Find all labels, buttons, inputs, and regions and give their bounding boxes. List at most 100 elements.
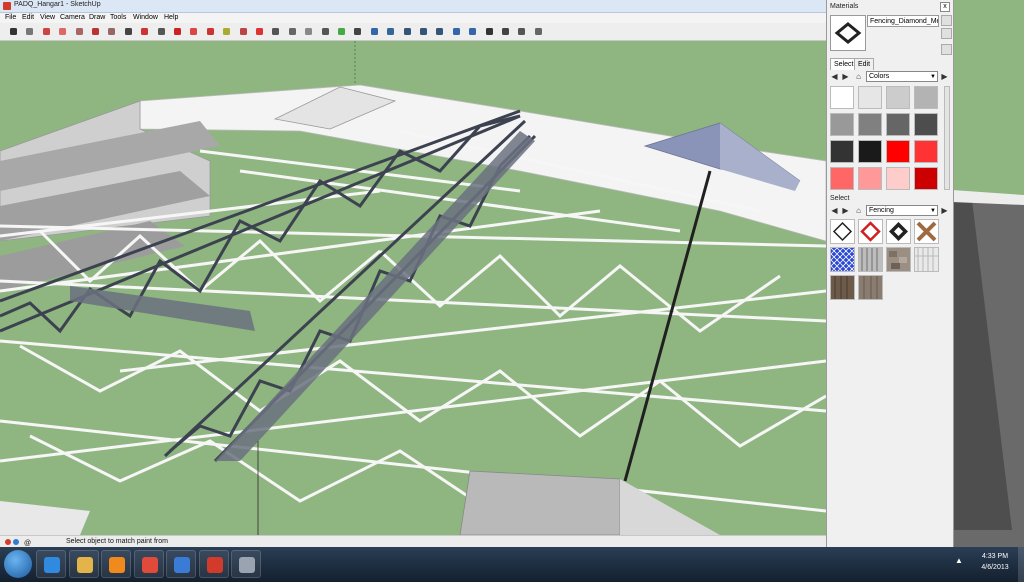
fencing-wood-board[interactable]: [858, 275, 883, 300]
create-material-icon[interactable]: [941, 28, 952, 39]
menu-view[interactable]: View: [40, 14, 55, 21]
color-swatch[interactable]: [830, 167, 854, 190]
color-swatch[interactable]: [886, 140, 910, 163]
color-swatch[interactable]: [858, 113, 882, 136]
window-title: PADQ_Hangar1 - SketchUp: [14, 1, 101, 8]
fencing-diamond-white[interactable]: [830, 219, 855, 244]
menu-camera[interactable]: Camera: [60, 14, 85, 21]
fencing-stone-fence[interactable]: [886, 247, 911, 272]
network-icon[interactable]: [166, 550, 196, 578]
sketchup-window: PADQ_Hangar1 - SketchUp File Edit View C…: [0, 0, 1024, 582]
menu-file[interactable]: File: [5, 14, 16, 21]
fencing-wood-dark[interactable]: [830, 275, 855, 300]
sample-paint-icon[interactable]: [941, 44, 952, 55]
fencing-diamond-black[interactable]: [886, 219, 911, 244]
next-tool-icon[interactable]: [467, 26, 478, 37]
folder-icon[interactable]: [68, 550, 99, 578]
color-swatch[interactable]: [830, 86, 854, 109]
forward-icon[interactable]: ▶: [841, 206, 850, 215]
color-swatch[interactable]: [914, 113, 938, 136]
color-swatch[interactable]: [914, 140, 938, 163]
colors-dropdown[interactable]: Colors ▼: [866, 71, 938, 82]
back-icon[interactable]: ◀: [830, 72, 839, 81]
back-icon[interactable]: ◀: [830, 206, 839, 215]
materials-panel: Materials x Fencing_Diamond_Mesh Select …: [826, 0, 954, 550]
home-icon[interactable]: ⌂: [854, 72, 863, 81]
menu-draw[interactable]: Draw: [89, 14, 105, 21]
scale-tool-icon[interactable]: [238, 26, 249, 37]
menu-edit[interactable]: Edit: [22, 14, 34, 21]
color-swatch[interactable]: [914, 86, 938, 109]
chrome-icon[interactable]: [133, 550, 164, 578]
start-button[interactable]: [4, 550, 32, 578]
zoom-tool-icon[interactable]: [402, 26, 413, 37]
display-secondary-pane-icon[interactable]: [941, 15, 952, 26]
rectangle-tool-icon[interactable]: [74, 26, 85, 37]
tray-expand-icon[interactable]: ▲: [955, 557, 963, 565]
menu-help[interactable]: Help: [164, 14, 178, 21]
previous-tool-icon[interactable]: [451, 26, 462, 37]
home-icon[interactable]: ⌂: [854, 206, 863, 215]
3d-text-tool-icon[interactable]: [352, 26, 363, 37]
model-viewport[interactable]: [0, 41, 826, 535]
protractor-tool-icon[interactable]: [303, 26, 314, 37]
orbit-tool-icon[interactable]: [369, 26, 380, 37]
fencing-diamond-red[interactable]: [858, 219, 883, 244]
color-swatch[interactable]: [830, 113, 854, 136]
system-clock[interactable]: 4:33 PM 4/6/2013: [972, 551, 1018, 573]
menu-window[interactable]: Window: [133, 14, 158, 21]
details-arrow-icon[interactable]: ▶: [940, 206, 949, 215]
color-swatch[interactable]: [886, 86, 910, 109]
line-tool-icon[interactable]: [90, 26, 101, 37]
color-swatch[interactable]: [858, 167, 882, 190]
forward-icon[interactable]: ▶: [841, 72, 850, 81]
freehand-tool-icon[interactable]: [156, 26, 167, 37]
move-tool-icon[interactable]: [172, 26, 183, 37]
menu-tools[interactable]: Tools: [110, 14, 126, 21]
circle-tool-icon[interactable]: [106, 26, 117, 37]
axes-tool-icon[interactable]: [336, 26, 347, 37]
look-around-tool-icon[interactable]: [516, 26, 527, 37]
eraser-tool-icon[interactable]: [57, 26, 68, 37]
fencing-x-brace-wood[interactable]: [914, 219, 939, 244]
color-swatch[interactable]: [858, 140, 882, 163]
color-swatch[interactable]: [886, 167, 910, 190]
fencing-dropdown[interactable]: Fencing ▼: [866, 205, 938, 216]
select-tool-icon[interactable]: [8, 26, 19, 37]
media-player-icon[interactable]: [101, 550, 131, 578]
dimension-tool-icon[interactable]: [287, 26, 298, 37]
color-swatch[interactable]: [914, 167, 938, 190]
ie-icon[interactable]: [36, 550, 66, 578]
pan-tool-icon[interactable]: [385, 26, 396, 37]
fencing-diamond-blue-mesh[interactable]: [830, 247, 855, 272]
follow-me-tool-icon[interactable]: [221, 26, 232, 37]
zoom-window-tool-icon[interactable]: [418, 26, 429, 37]
tape-measure-tool-icon[interactable]: [270, 26, 281, 37]
colors-nav-row: ◀ ▶ ⌂ Colors ▼ ▶: [830, 71, 950, 83]
polygon-tool-icon[interactable]: [139, 26, 150, 37]
swatch-scrollbar[interactable]: [944, 86, 950, 190]
zoom-extents-tool-icon[interactable]: [434, 26, 445, 37]
show-desktop-button[interactable]: [1018, 547, 1024, 582]
push-pull-tool-icon[interactable]: [188, 26, 199, 37]
component-tool-icon[interactable]: [24, 26, 35, 37]
material-name-field[interactable]: Fencing_Diamond_Mesh: [867, 15, 939, 27]
sketchup-icon[interactable]: [198, 550, 229, 578]
text-tool-icon[interactable]: [320, 26, 331, 37]
paint-bucket-tool-icon[interactable]: [41, 26, 52, 37]
fencing-picket-gray[interactable]: [858, 247, 883, 272]
section-plane-tool-icon[interactable]: [533, 26, 544, 37]
color-swatch[interactable]: [886, 113, 910, 136]
rotate-tool-icon[interactable]: [205, 26, 216, 37]
tab-edit[interactable]: Edit: [854, 58, 875, 70]
arc-tool-icon[interactable]: [123, 26, 134, 37]
walk-tool-icon[interactable]: [500, 26, 511, 37]
sketchup-viewer-icon[interactable]: [231, 550, 261, 578]
close-icon[interactable]: x: [940, 2, 950, 12]
position-camera-tool-icon[interactable]: [484, 26, 495, 37]
details-arrow-icon[interactable]: ▶: [940, 72, 949, 81]
color-swatch[interactable]: [830, 140, 854, 163]
fencing-picket-white[interactable]: [914, 247, 939, 272]
offset-tool-icon[interactable]: [254, 26, 265, 37]
color-swatch[interactable]: [858, 86, 882, 109]
